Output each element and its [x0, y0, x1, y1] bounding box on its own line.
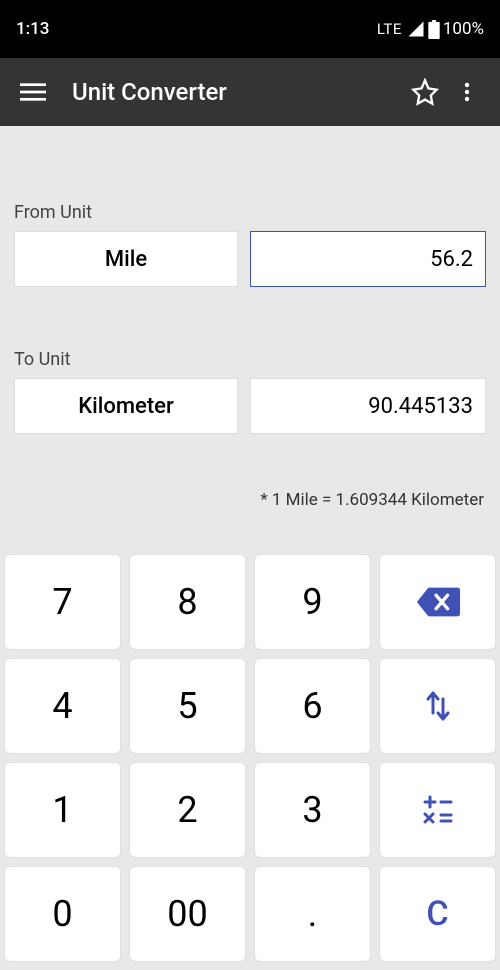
key-backspace[interactable] [379, 554, 496, 650]
status-right: LTE 100% [377, 19, 484, 39]
backspace-icon [415, 585, 461, 619]
key-dot[interactable]: . [254, 866, 371, 962]
status-time: 1:13 [16, 19, 49, 39]
battery-percent: 100% [443, 19, 484, 39]
key-7[interactable]: 7 [4, 554, 121, 650]
from-value-input[interactable]: 56.2 [250, 231, 486, 287]
battery-icon [428, 20, 440, 39]
status-bar: 1:13 LTE 100% [0, 0, 500, 58]
key-3[interactable]: 3 [254, 762, 371, 858]
swap-icon [421, 689, 455, 723]
key-clear[interactable]: C [379, 866, 496, 962]
key-0[interactable]: 0 [4, 866, 121, 962]
calculator-icon [421, 793, 455, 827]
key-8[interactable]: 8 [129, 554, 246, 650]
app-title: Unit Converter [72, 78, 404, 106]
key-6[interactable]: 6 [254, 658, 371, 754]
key-4[interactable]: 4 [4, 658, 121, 754]
more-icon[interactable] [446, 80, 488, 104]
app-bar: Unit Converter [0, 58, 500, 126]
key-00[interactable]: 00 [129, 866, 246, 962]
network-label: LTE [377, 20, 402, 38]
signal-icon [407, 20, 425, 38]
to-label: To Unit [14, 349, 486, 370]
content: From Unit Mile 56.2 To Unit Kilometer 90… [0, 202, 500, 510]
key-1[interactable]: 1 [4, 762, 121, 858]
key-5[interactable]: 5 [129, 658, 246, 754]
conversion-rate-note: * 1 Mile = 1.609344 Kilometer [14, 490, 486, 510]
key-swap[interactable] [379, 658, 496, 754]
to-unit-selector[interactable]: Kilometer [14, 378, 238, 434]
key-9[interactable]: 9 [254, 554, 371, 650]
key-2[interactable]: 2 [129, 762, 246, 858]
from-label: From Unit [14, 202, 486, 223]
to-value-output[interactable]: 90.445133 [250, 378, 486, 434]
menu-icon[interactable] [12, 79, 54, 105]
key-calculator[interactable] [379, 762, 496, 858]
favorite-icon[interactable] [404, 78, 446, 106]
from-unit-selector[interactable]: Mile [14, 231, 238, 287]
keypad: 7 8 9 4 5 6 1 2 3 [0, 550, 500, 970]
